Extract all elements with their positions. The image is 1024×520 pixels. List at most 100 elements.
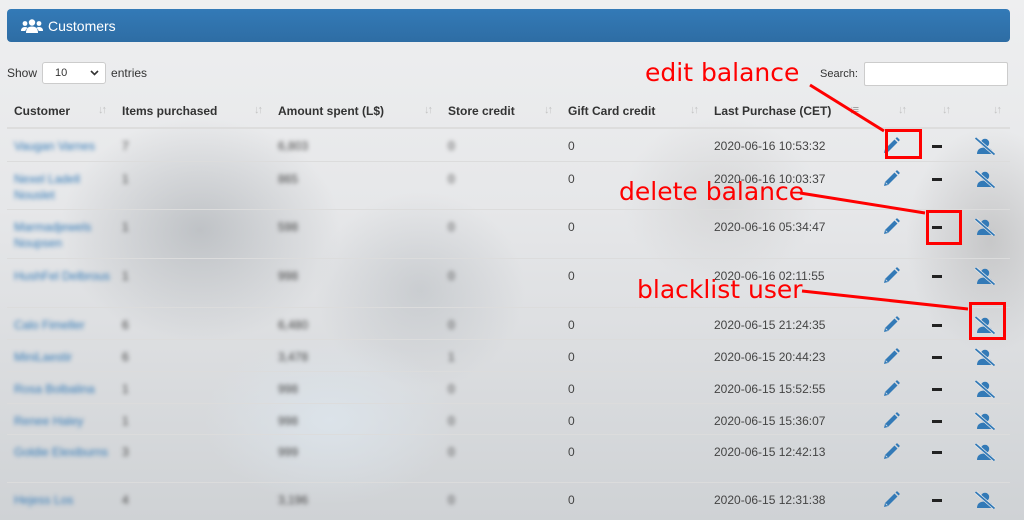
customer-name-link[interactable]: Hejess Los (14, 483, 115, 508)
column-header-edit[interactable]: ↓↑ (867, 95, 915, 129)
table-row: Calo Fimeller 6 6,480 0 0 2020-06-15 21:… (7, 306, 1010, 339)
blacklist-user-button[interactable] (973, 490, 996, 509)
customer-name-link[interactable]: Goldie Elexiburns (14, 435, 115, 460)
minus-icon (932, 145, 942, 148)
edit-balance-button[interactable] (882, 442, 900, 461)
minus-icon (932, 419, 942, 423)
store-credit: 0 (448, 219, 455, 234)
column-header-gift-card-credit[interactable]: Gift Card credit ↓↑ (561, 95, 707, 129)
blacklist-user-button[interactable] (973, 217, 996, 236)
customer-name-link[interactable]: Calo Fimeller (14, 308, 115, 333)
delete-balance-button[interactable] (928, 316, 946, 327)
last-purchase: 2020-06-15 21:24:35 (714, 317, 826, 332)
delete-balance-button[interactable] (928, 491, 946, 502)
edit-balance-button[interactable] (882, 315, 900, 334)
store-credit: 0 (448, 139, 455, 153)
minus-icon (932, 450, 942, 454)
customer-name-link[interactable]: Nexel Ladell Nouslet (14, 162, 115, 203)
delete-balance-button[interactable] (928, 412, 946, 423)
store-credit: 0 (448, 268, 455, 283)
user-slash-icon (973, 137, 996, 155)
blacklist-user-button[interactable] (973, 169, 996, 188)
edit-balance-button[interactable] (882, 266, 900, 285)
customer-name-link[interactable]: MiniLaestir (14, 340, 115, 365)
column-header-customer[interactable]: Customer ↓↑ (7, 95, 115, 129)
store-credit: 0 (448, 317, 455, 332)
gift-card-credit: 0 (568, 381, 575, 396)
last-purchase: 2020-06-16 05:34:47 (714, 219, 826, 234)
table-row: HushFel Delbrous 1 998 0 0 2020-06-16 02… (7, 257, 1010, 307)
pencil-icon (884, 414, 898, 428)
last-purchase: 2020-06-15 20:44:23 (714, 349, 826, 364)
highlight-box-delete (926, 210, 962, 245)
sort-icon: ↓↑ (898, 104, 907, 116)
edit-balance-button[interactable] (882, 169, 900, 188)
delete-balance-button[interactable] (928, 267, 946, 278)
sort-icon: ↓↑ (544, 104, 553, 116)
customer-name-link[interactable]: Vaugan Varnes (14, 129, 115, 154)
customer-name-link[interactable]: Rosa Bolbalina (14, 372, 115, 397)
edit-balance-button[interactable] (882, 411, 900, 430)
highlight-box-edit (885, 129, 922, 159)
items-purchased: 1 (122, 413, 129, 428)
blacklist-user-button[interactable] (973, 347, 996, 366)
edit-balance-button[interactable] (882, 490, 900, 509)
blacklist-user-button[interactable] (973, 442, 996, 461)
column-header-last-purchase[interactable]: Last Purchase (CET) ↓≡ (707, 95, 867, 129)
items-purchased: 4 (122, 492, 129, 507)
sort-icon: ↓↑ (942, 104, 951, 116)
column-header-amount-spent[interactable]: Amount spent (L$) ↓↑ (271, 95, 441, 129)
blacklist-user-button[interactable] (973, 379, 996, 398)
sort-icon: ↓↑ (424, 104, 433, 116)
column-header-items-purchased[interactable]: Items purchased ↓↑ (115, 95, 271, 129)
items-purchased: 6 (122, 349, 129, 364)
amount-spent: 998 (278, 413, 299, 428)
column-header-blacklist[interactable]: ↓↑ (959, 95, 1010, 129)
minus-icon (932, 355, 942, 359)
user-slash-icon (973, 442, 996, 461)
edit-balance-button[interactable] (882, 379, 900, 398)
user-slash-icon (973, 347, 996, 366)
delete-balance-button[interactable] (928, 443, 946, 454)
search-label: Search: (820, 68, 858, 80)
minus-icon (932, 323, 942, 327)
delete-balance-button[interactable] (928, 380, 946, 391)
user-slash-icon (973, 266, 996, 285)
chevron-down-icon (90, 70, 99, 76)
table-row: Marmadjewels Noupsen 1 598 0 0 2020-06-1… (7, 208, 1010, 258)
pencil-icon (884, 493, 898, 507)
minus-icon (932, 498, 942, 502)
customer-name-link[interactable]: Marmadjewels Noupsen (14, 210, 115, 251)
user-slash-icon (973, 379, 996, 398)
customer-name-link[interactable]: Renee Haley (14, 404, 115, 429)
edit-balance-button[interactable] (882, 347, 900, 366)
entries-per-page-select[interactable]: 10 (42, 62, 107, 84)
table-row: Goldie Elexiburns 3 999 0 0 2020-06-15 1… (7, 433, 1010, 482)
pencil-icon (884, 350, 898, 364)
pencil-icon (884, 382, 898, 396)
customers-table: Customer ↓↑ Items purchased ↓↑ Amount spen… (7, 95, 1010, 515)
amount-spent: 998 (278, 268, 299, 283)
column-header-store-credit[interactable]: Store credit ↓↑ (441, 95, 561, 129)
gift-card-credit: 0 (568, 492, 575, 507)
delete-balance-button[interactable] (928, 170, 946, 181)
search-input[interactable] (863, 62, 1008, 86)
customer-name-link[interactable]: HushFel Delbrous (14, 259, 115, 284)
gift-card-credit: 0 (568, 219, 575, 234)
last-purchase: 2020-06-15 15:36:07 (714, 413, 826, 428)
pencil-icon (884, 318, 898, 332)
last-purchase: 2020-06-15 12:42:13 (714, 444, 826, 459)
column-header-delete[interactable]: ↓↑ (915, 95, 959, 129)
annotation-delete-balance: delete balance (619, 177, 805, 206)
delete-balance-button[interactable] (928, 348, 946, 359)
panel-heading: Customers (7, 9, 1010, 42)
edit-balance-button[interactable] (882, 217, 900, 236)
table-row: Rosa Bolbalina 1 998 0 0 2020-06-15 15:5… (7, 370, 1010, 403)
blacklist-user-button[interactable] (973, 266, 996, 285)
minus-icon (932, 177, 942, 181)
blacklist-user-button[interactable] (973, 137, 996, 155)
store-credit: 0 (448, 413, 455, 428)
delete-balance-button[interactable] (928, 137, 946, 148)
table-row: MiniLaestir 6 3,478 1 0 2020-06-15 20:44… (7, 338, 1010, 371)
blacklist-user-button[interactable] (973, 411, 996, 430)
